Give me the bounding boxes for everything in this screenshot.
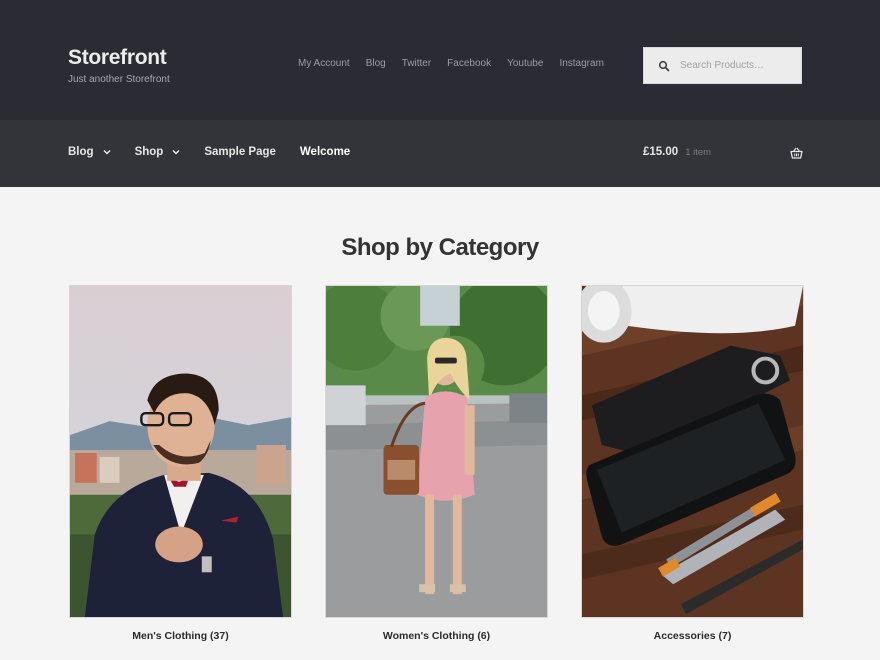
category-image-womens-clothing[interactable] [325, 285, 548, 618]
section-title: Shop by Category [341, 234, 539, 261]
chevron-down-icon [103, 149, 111, 155]
category-count: (37) [210, 630, 229, 642]
cart-amount: £15.00 [643, 146, 679, 158]
primary-nav-label: Blog [68, 146, 94, 158]
header-cart[interactable]: £15.00 1 item [643, 146, 803, 159]
chevron-down-icon [172, 149, 180, 155]
primary-nav-shop[interactable]: Shop [135, 146, 181, 158]
search-icon [658, 60, 670, 71]
category-count: (7) [718, 630, 732, 642]
category-label[interactable]: Men's Clothing (37) [69, 630, 292, 642]
category-card-accessories[interactable]: Accessories (7) [581, 285, 804, 642]
category-image-mens-clothing[interactable] [69, 285, 292, 618]
category-name: Accessories [653, 630, 716, 642]
basket-icon[interactable] [790, 147, 803, 159]
cart-count: 1 item [685, 146, 712, 158]
primary-nav-label: Shop [134, 146, 164, 158]
search-box[interactable] [643, 47, 802, 84]
site-tagline: Just another Storefront [68, 74, 170, 85]
category-label[interactable]: Women's Clothing (6) [325, 630, 548, 642]
category-name: Men's Clothing [132, 630, 208, 642]
nav-link-facebook[interactable]: Facebook [439, 57, 499, 71]
nav-link-blog[interactable]: Blog [358, 57, 394, 71]
category-name: Women's Clothing [382, 630, 475, 642]
primary-nav-sample-page[interactable]: Sample Page [204, 146, 276, 158]
primary-nav-label: Sample Page [204, 146, 276, 158]
primary-nav-label: Welcome [299, 146, 351, 158]
nav-link-my-account[interactable]: My Account [290, 57, 358, 71]
nav-link-instagram[interactable]: Instagram [551, 57, 611, 71]
site-title[interactable]: Storefront [68, 46, 167, 70]
secondary-nav: My Account Blog Twitter Facebook Youtube… [290, 57, 612, 71]
primary-nav-blog[interactable]: Blog [68, 146, 111, 158]
category-card-mens-clothing[interactable]: Men's Clothing (37) [69, 285, 292, 642]
search-input[interactable] [680, 60, 790, 71]
category-image-accessories[interactable] [581, 285, 804, 618]
category-card-womens-clothing[interactable]: Women's Clothing (6) [325, 285, 548, 642]
category-label[interactable]: Accessories (7) [581, 630, 804, 642]
primary-nav: Blog Shop Sample Page Welcome [68, 146, 374, 158]
nav-link-twitter[interactable]: Twitter [394, 57, 439, 71]
nav-link-youtube[interactable]: Youtube [499, 57, 551, 71]
primary-nav-welcome[interactable]: Welcome [300, 146, 350, 158]
category-count: (6) [477, 630, 491, 642]
